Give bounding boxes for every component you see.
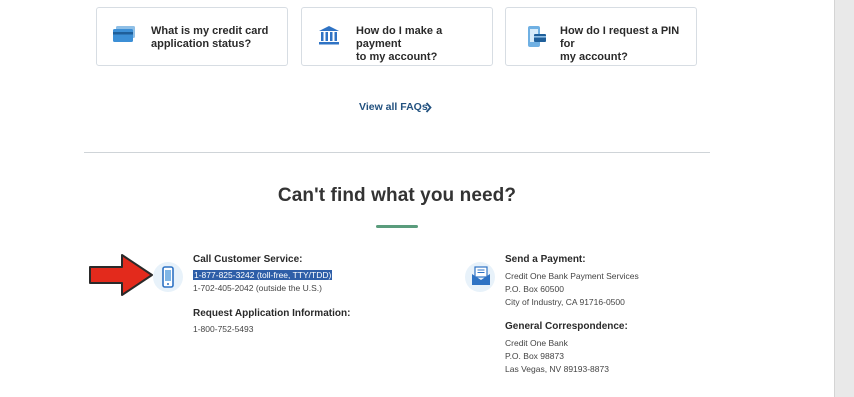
general-correspondence-title: General Correspondence: xyxy=(505,321,628,332)
headline-underline xyxy=(376,225,418,228)
faq-card-label: What is my credit card application statu… xyxy=(151,25,269,50)
request-application-info-title: Request Application Information: xyxy=(193,308,351,319)
section-divider xyxy=(84,152,710,153)
faq-card-application-status[interactable]: What is my credit card application statu… xyxy=(96,7,288,66)
window-edge xyxy=(834,0,854,397)
phone-card-icon xyxy=(526,25,548,54)
correspondence-address-line: Las Vegas, NV 89193-8873 xyxy=(505,364,609,374)
call-customer-service-title: Call Customer Service: xyxy=(193,254,303,265)
faq-card-label: How do I request a PIN for my account? xyxy=(560,25,680,63)
tollfree-phone[interactable]: 1-877-825-3242 (toll-free, TTY/TDD) xyxy=(193,269,333,281)
red-arrow-icon xyxy=(88,253,154,302)
envelope-icon xyxy=(471,266,491,291)
faq-card-make-payment[interactable]: How do I make a payment to my account? xyxy=(301,7,493,66)
payment-address-line: P.O. Box 60500 xyxy=(505,284,564,294)
phone-icon xyxy=(162,266,174,293)
bank-icon xyxy=(318,25,340,50)
send-payment-title: Send a Payment: xyxy=(505,254,586,265)
payment-address-line: City of Industry, CA 91716-0500 xyxy=(505,297,625,307)
outside-us-phone[interactable]: 1-702-405-2042 (outside the U.S.) xyxy=(193,282,322,294)
page-title: Can't find what you need? xyxy=(277,185,517,206)
application-info-phone[interactable]: 1-800-752-5493 xyxy=(193,323,254,335)
chevron-right-icon xyxy=(425,102,432,116)
correspondence-address-line: Credit One Bank xyxy=(505,338,568,348)
view-all-faqs-link[interactable]: View all FAQs xyxy=(359,101,432,113)
credit-card-icon xyxy=(113,25,137,48)
faq-card-label: How do I make a payment to my account? xyxy=(356,25,443,63)
payment-address-line: Credit One Bank Payment Services xyxy=(505,271,639,281)
correspondence-address-line: P.O. Box 98873 xyxy=(505,351,564,361)
faq-card-request-pin[interactable]: How do I request a PIN for my account? xyxy=(505,7,697,66)
